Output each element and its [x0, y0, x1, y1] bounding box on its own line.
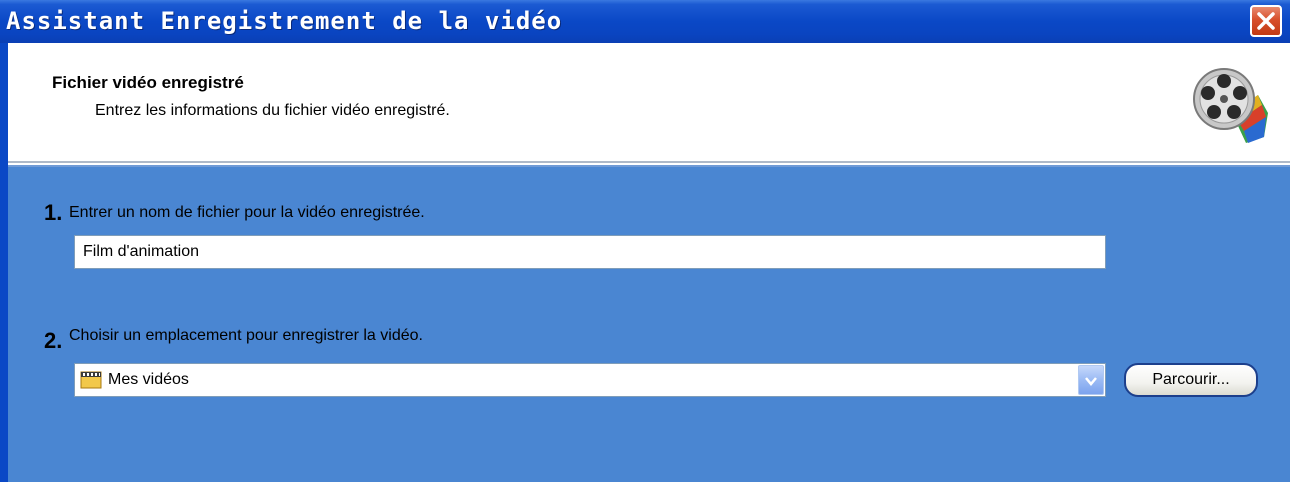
header-title: Fichier vidéo enregistré: [52, 73, 244, 92]
wizard-body: 1. Entrer un nom de fichier pour la vidé…: [0, 167, 1290, 482]
wizard-window: Assistant Enregistrement de la vidéo Fic…: [0, 0, 1290, 482]
filename-input[interactable]: [74, 235, 1106, 269]
step-2-number: 2.: [44, 328, 63, 353]
dropdown-arrow-button[interactable]: [1078, 365, 1104, 395]
step-1-number: 1.: [44, 200, 63, 225]
header-subtitle: Entrez les informations du fichier vidéo…: [95, 102, 450, 119]
step-2-label: Choisir un emplacement pour enregistrer …: [69, 327, 423, 344]
window-title: Assistant Enregistrement de la vidéo: [6, 7, 563, 35]
location-selected-value: Mes vidéos: [108, 371, 189, 388]
wizard-header: Fichier vidéo enregistré Entrez les info…: [0, 43, 1290, 161]
step-1-label: Entrer un nom de fichier pour la vidéo e…: [69, 204, 425, 221]
location-dropdown[interactable]: Mes vidéos: [74, 363, 1106, 397]
close-icon: [1257, 12, 1275, 30]
close-button[interactable]: [1250, 5, 1282, 37]
browse-button[interactable]: Parcourir...: [1124, 363, 1258, 397]
film-reel-icon: [1193, 68, 1268, 143]
title-bar[interactable]: Assistant Enregistrement de la vidéo: [0, 0, 1290, 43]
folder-icon: [80, 371, 102, 389]
chevron-down-icon: [1085, 377, 1097, 386]
